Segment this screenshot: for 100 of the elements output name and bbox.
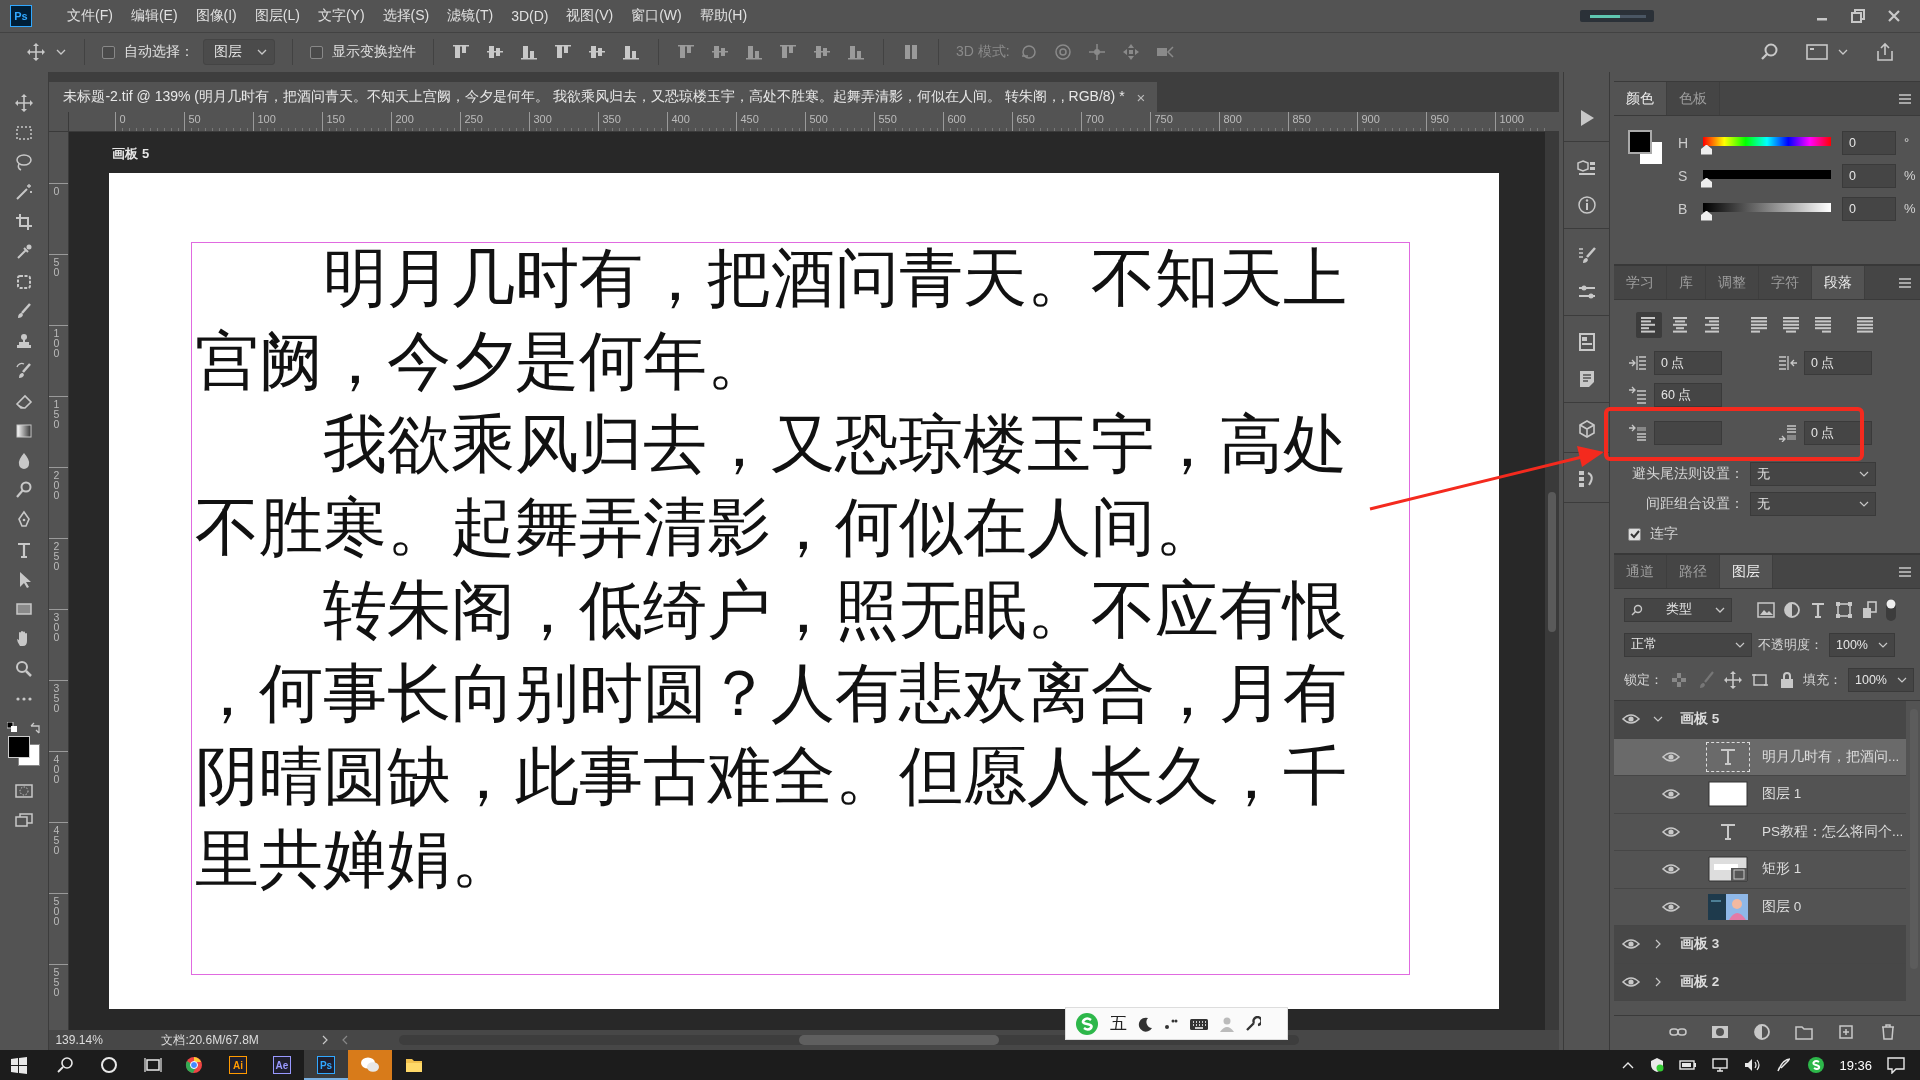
volume-icon[interactable] (1743, 1057, 1762, 1073)
windows-start-icon[interactable] (10, 1056, 28, 1074)
menu-item[interactable]: 图层(L) (245, 6, 309, 25)
menu-item[interactable]: 窗口(W) (622, 6, 691, 25)
network-icon[interactable] (1711, 1057, 1730, 1073)
panel-tab[interactable]: 色板 (1667, 82, 1720, 115)
brush-list-icon[interactable] (1576, 245, 1597, 265)
menu-item[interactable]: 文件(F) (58, 6, 122, 25)
panel-menu-icon[interactable] (1898, 565, 1912, 578)
move-icon[interactable] (14, 92, 35, 113)
panel-tab[interactable]: 段落 (1812, 266, 1865, 299)
menu-item[interactable]: 文字(Y) (308, 6, 374, 25)
filter-dropdown[interactable]: 类型 (1624, 597, 1732, 622)
chevron-right-icon[interactable] (321, 1035, 330, 1045)
indent-field[interactable]: 60 点 (1654, 383, 1722, 407)
panel-tab[interactable]: 颜色 (1614, 82, 1667, 115)
chevron-left-icon[interactable] (341, 1035, 350, 1045)
spacing-field[interactable]: 0 点 (1804, 421, 1872, 445)
panel-tab[interactable]: 图层 (1720, 555, 1773, 588)
input-method-icon[interactable] (1074, 1011, 1100, 1036)
layer-row[interactable]: PS教程：怎么将同个... (1614, 813, 1906, 851)
search-icon[interactable] (56, 1056, 74, 1074)
text-box[interactable]: 明月几时有，把酒问青天。不知天上宫阙，今夕是何年。 我欲乘风归去，又恐琼楼玉宇，高处不胜寒。起舞弄清影，何似在人间。 转朱阁，低绮户，照无眠。不应有恨，何事长向别时圆？人有悲欢离合，月有阴晴圆缺，此事古难全。但愿人长久，千里共婵娟。 (191, 242, 1411, 975)
toggle-icon[interactable] (1886, 598, 1896, 621)
value-field[interactable]: 0 (1842, 196, 1896, 221)
indent-left-icon[interactable] (1628, 354, 1648, 372)
color-slider[interactable] (1700, 202, 1834, 223)
color-slider[interactable] (1700, 169, 1834, 190)
menu-item[interactable]: 编辑(E) (121, 6, 187, 25)
workspace-icon[interactable] (1806, 42, 1828, 63)
close-icon[interactable] (1886, 7, 1902, 24)
space-after-icon[interactable] (1778, 424, 1798, 442)
panel-menu-icon[interactable] (1898, 92, 1912, 105)
adjustment-filter-icon[interactable] (1782, 599, 1802, 620)
move-icon[interactable] (26, 42, 46, 63)
checkbox[interactable] (102, 45, 115, 59)
layer-select-dropdown[interactable]: 图层 (203, 39, 275, 66)
layer-row[interactable]: 画板 5 (1614, 701, 1906, 739)
menu-item[interactable]: 3D(D) (502, 7, 558, 24)
panel-tab[interactable]: 学习 (1614, 266, 1667, 299)
indent-field[interactable]: 0 点 (1804, 351, 1872, 375)
taskbar-app[interactable]: Ps (304, 1050, 348, 1080)
panel-tab[interactable]: 库 (1667, 266, 1706, 299)
shape-filter-icon[interactable] (1834, 599, 1854, 620)
swap-colors-icon[interactable] (29, 721, 42, 734)
notification-icon[interactable] (1886, 1056, 1906, 1074)
opacity-field[interactable]: 100% (1829, 632, 1895, 657)
layer-row[interactable]: 画板 3 (1614, 926, 1906, 964)
shield-icon[interactable] (1649, 1057, 1666, 1073)
spacing-field[interactable] (1654, 421, 1722, 445)
share-icon[interactable] (1875, 42, 1895, 63)
panel-tab[interactable]: 通道 (1614, 555, 1667, 588)
lock-position-icon[interactable] (1723, 669, 1743, 690)
setting-dropdown[interactable]: 无 (1750, 462, 1876, 486)
align-button[interactable] (1636, 312, 1662, 338)
moon-icon[interactable] (1137, 1015, 1153, 1032)
blend-mode-dropdown[interactable]: 正常 (1624, 632, 1752, 657)
wrench-icon[interactable] (1245, 1015, 1261, 1032)
color-slider[interactable] (1700, 136, 1834, 157)
layer-row[interactable]: 明月几时有，把酒问... (1614, 738, 1906, 776)
slider-thumb[interactable] (1701, 210, 1712, 221)
indent-right-icon[interactable] (1778, 354, 1798, 372)
panel-menu-icon[interactable] (1898, 276, 1912, 289)
adjustment-icon[interactable] (1752, 1022, 1772, 1042)
new-layer-icon[interactable] (1836, 1022, 1856, 1042)
cube-icon[interactable] (1576, 419, 1597, 439)
input-method-icon[interactable] (1807, 1056, 1826, 1074)
battery-icon[interactable] (1679, 1058, 1698, 1072)
color-swatches[interactable] (6, 735, 43, 768)
slider-thumb[interactable] (1701, 144, 1712, 155)
space-before-icon[interactable] (1628, 424, 1648, 442)
taskbar-app[interactable]: Ae (260, 1050, 304, 1080)
panel-tab[interactable]: 调整 (1706, 266, 1759, 299)
menu-item[interactable]: 滤镜(T) (438, 6, 503, 25)
smart-object-filter-icon[interactable] (1860, 599, 1880, 620)
default-colors-icon[interactable] (7, 721, 18, 732)
taskbar-app[interactable]: Ai (216, 1050, 260, 1080)
setting-dropdown[interactable]: 无 (1750, 492, 1876, 516)
menu-item[interactable]: 图像(I) (186, 6, 246, 25)
lasso-icon[interactable] (14, 152, 35, 173)
layer-row[interactable]: 矩形 1 (1614, 851, 1906, 889)
cube-properties-icon[interactable] (1576, 158, 1597, 178)
menu-item[interactable]: 视图(V) (557, 6, 623, 25)
layout-icon[interactable] (1576, 332, 1597, 352)
menu-item[interactable]: 帮助(H) (690, 6, 757, 25)
indent-field[interactable]: 0 点 (1654, 351, 1722, 375)
image-filter-icon[interactable] (1756, 599, 1776, 620)
task-view-icon[interactable] (144, 1056, 162, 1074)
checkbox[interactable] (1628, 527, 1641, 541)
circle-icon[interactable] (100, 1056, 118, 1074)
slider-thumb[interactable] (1701, 177, 1712, 188)
restore-icon[interactable] (1850, 7, 1866, 24)
menu-item[interactable]: 选择(S) (373, 6, 439, 25)
layer-row[interactable]: 图层 1 (1614, 776, 1906, 814)
value-field[interactable]: 0 (1842, 163, 1896, 188)
info-icon[interactable] (1576, 195, 1597, 215)
fill-field[interactable]: 100% (1848, 667, 1914, 692)
value-field[interactable]: 0 (1842, 130, 1896, 155)
layer-row[interactable]: 画板 2 (1614, 963, 1906, 1001)
close-tab-button[interactable]: × (1136, 88, 1146, 106)
